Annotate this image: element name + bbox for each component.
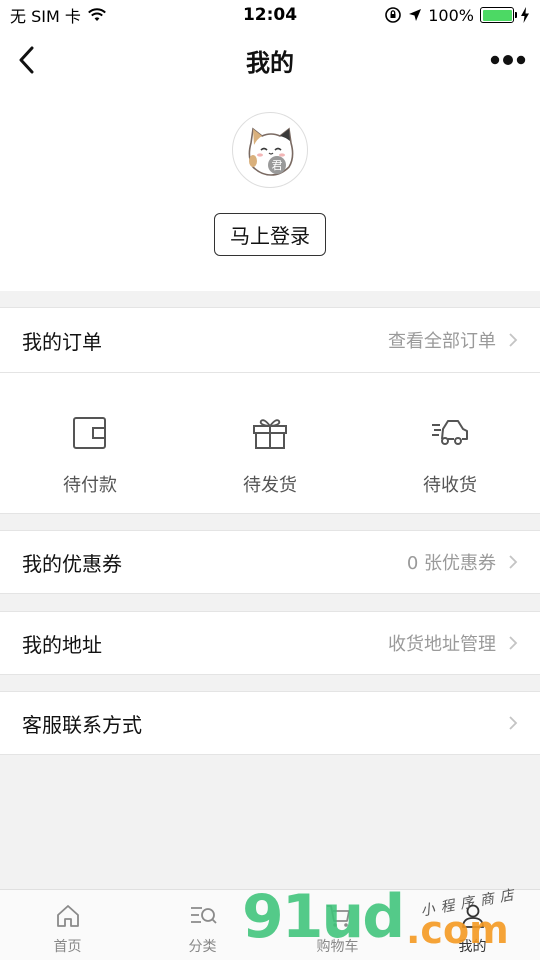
profile-section: 君 马上登录 [0,90,540,291]
tab-bar: 首页 分类 购物车 我的 [0,889,540,960]
login-button[interactable]: 马上登录 [214,213,326,256]
category-search-icon [189,902,217,930]
coupons-row[interactable]: 我的优惠券 0 张优惠券 [0,530,540,594]
address-row[interactable]: 我的地址 收货地址管理 [0,611,540,675]
orders-title: 我的订单 [22,329,102,354]
orientation-lock-icon [385,7,402,23]
battery-icon [480,7,517,23]
tab-category[interactable]: 分类 [135,890,270,960]
customer-service-title: 客服联系方式 [22,712,142,737]
tab-label: 分类 [188,939,217,955]
tab-mine[interactable]: 我的 [405,890,540,960]
tab-label: 购物车 [316,939,359,955]
customer-service-row[interactable]: 客服联系方式 [0,691,540,755]
chevron-right-icon [509,555,518,569]
orders-link-label: 查看全部订单 [388,331,496,352]
cat-avatar-icon [248,127,294,176]
address-value: 收货地址管理 [388,630,518,656]
order-status-section: 待付款 待发货 待收货 [0,373,540,514]
order-status-label: 待发货 [243,475,297,496]
orders-link[interactable]: 查看全部订单 [388,327,518,353]
home-icon [54,902,82,930]
page-title: 我的 [246,48,294,77]
coupons-count: 0 张优惠券 [406,553,496,574]
coupons-title: 我的优惠券 [22,551,122,576]
more-dots-icon [490,55,526,65]
tab-cart[interactable]: 购物车 [270,890,405,960]
order-status-label: 待付款 [63,475,117,496]
order-status-pending-receipt[interactable]: 待收货 [360,373,540,513]
avatar[interactable]: 君 [232,112,308,188]
tab-home[interactable]: 首页 [0,890,135,960]
status-left: 无 SIM 卡 [10,3,107,27]
chevron-right-icon [509,333,518,347]
address-manage-label: 收货地址管理 [388,634,496,655]
orders-row[interactable]: 我的订单 查看全部订单 [0,307,540,373]
status-bar: 无 SIM 卡 12:04 100% [0,0,540,30]
order-status-pending-payment[interactable]: 待付款 [0,373,180,513]
tab-label: 我的 [458,939,487,955]
delivery-truck-icon [430,413,470,453]
location-icon [409,9,422,21]
carrier-text: 无 SIM 卡 [10,7,81,26]
battery-percent: 100% [428,5,474,25]
status-right: 100% [384,6,530,25]
charging-icon [521,7,529,23]
more-button[interactable] [488,44,528,76]
tab-label: 首页 [53,939,82,955]
coupons-value: 0 张优惠券 [407,549,518,575]
back-button[interactable] [10,44,42,76]
avatar-badge-text: 君 [271,159,283,172]
address-title: 我的地址 [22,632,102,657]
chevron-left-icon [19,46,34,74]
gift-icon [250,413,290,453]
chevron-right-icon [509,636,518,650]
chevron-right-icon [509,716,518,730]
battery-fill [482,9,512,21]
nav-bar: 我的 [0,30,540,90]
wallet-icon [70,413,110,453]
customer-service-arrow [508,715,518,731]
user-icon [459,902,487,930]
order-status-label: 待收货 [423,475,477,496]
cart-icon [324,902,352,930]
wifi-icon [87,8,106,21]
order-status-pending-shipment[interactable]: 待发货 [180,373,360,513]
